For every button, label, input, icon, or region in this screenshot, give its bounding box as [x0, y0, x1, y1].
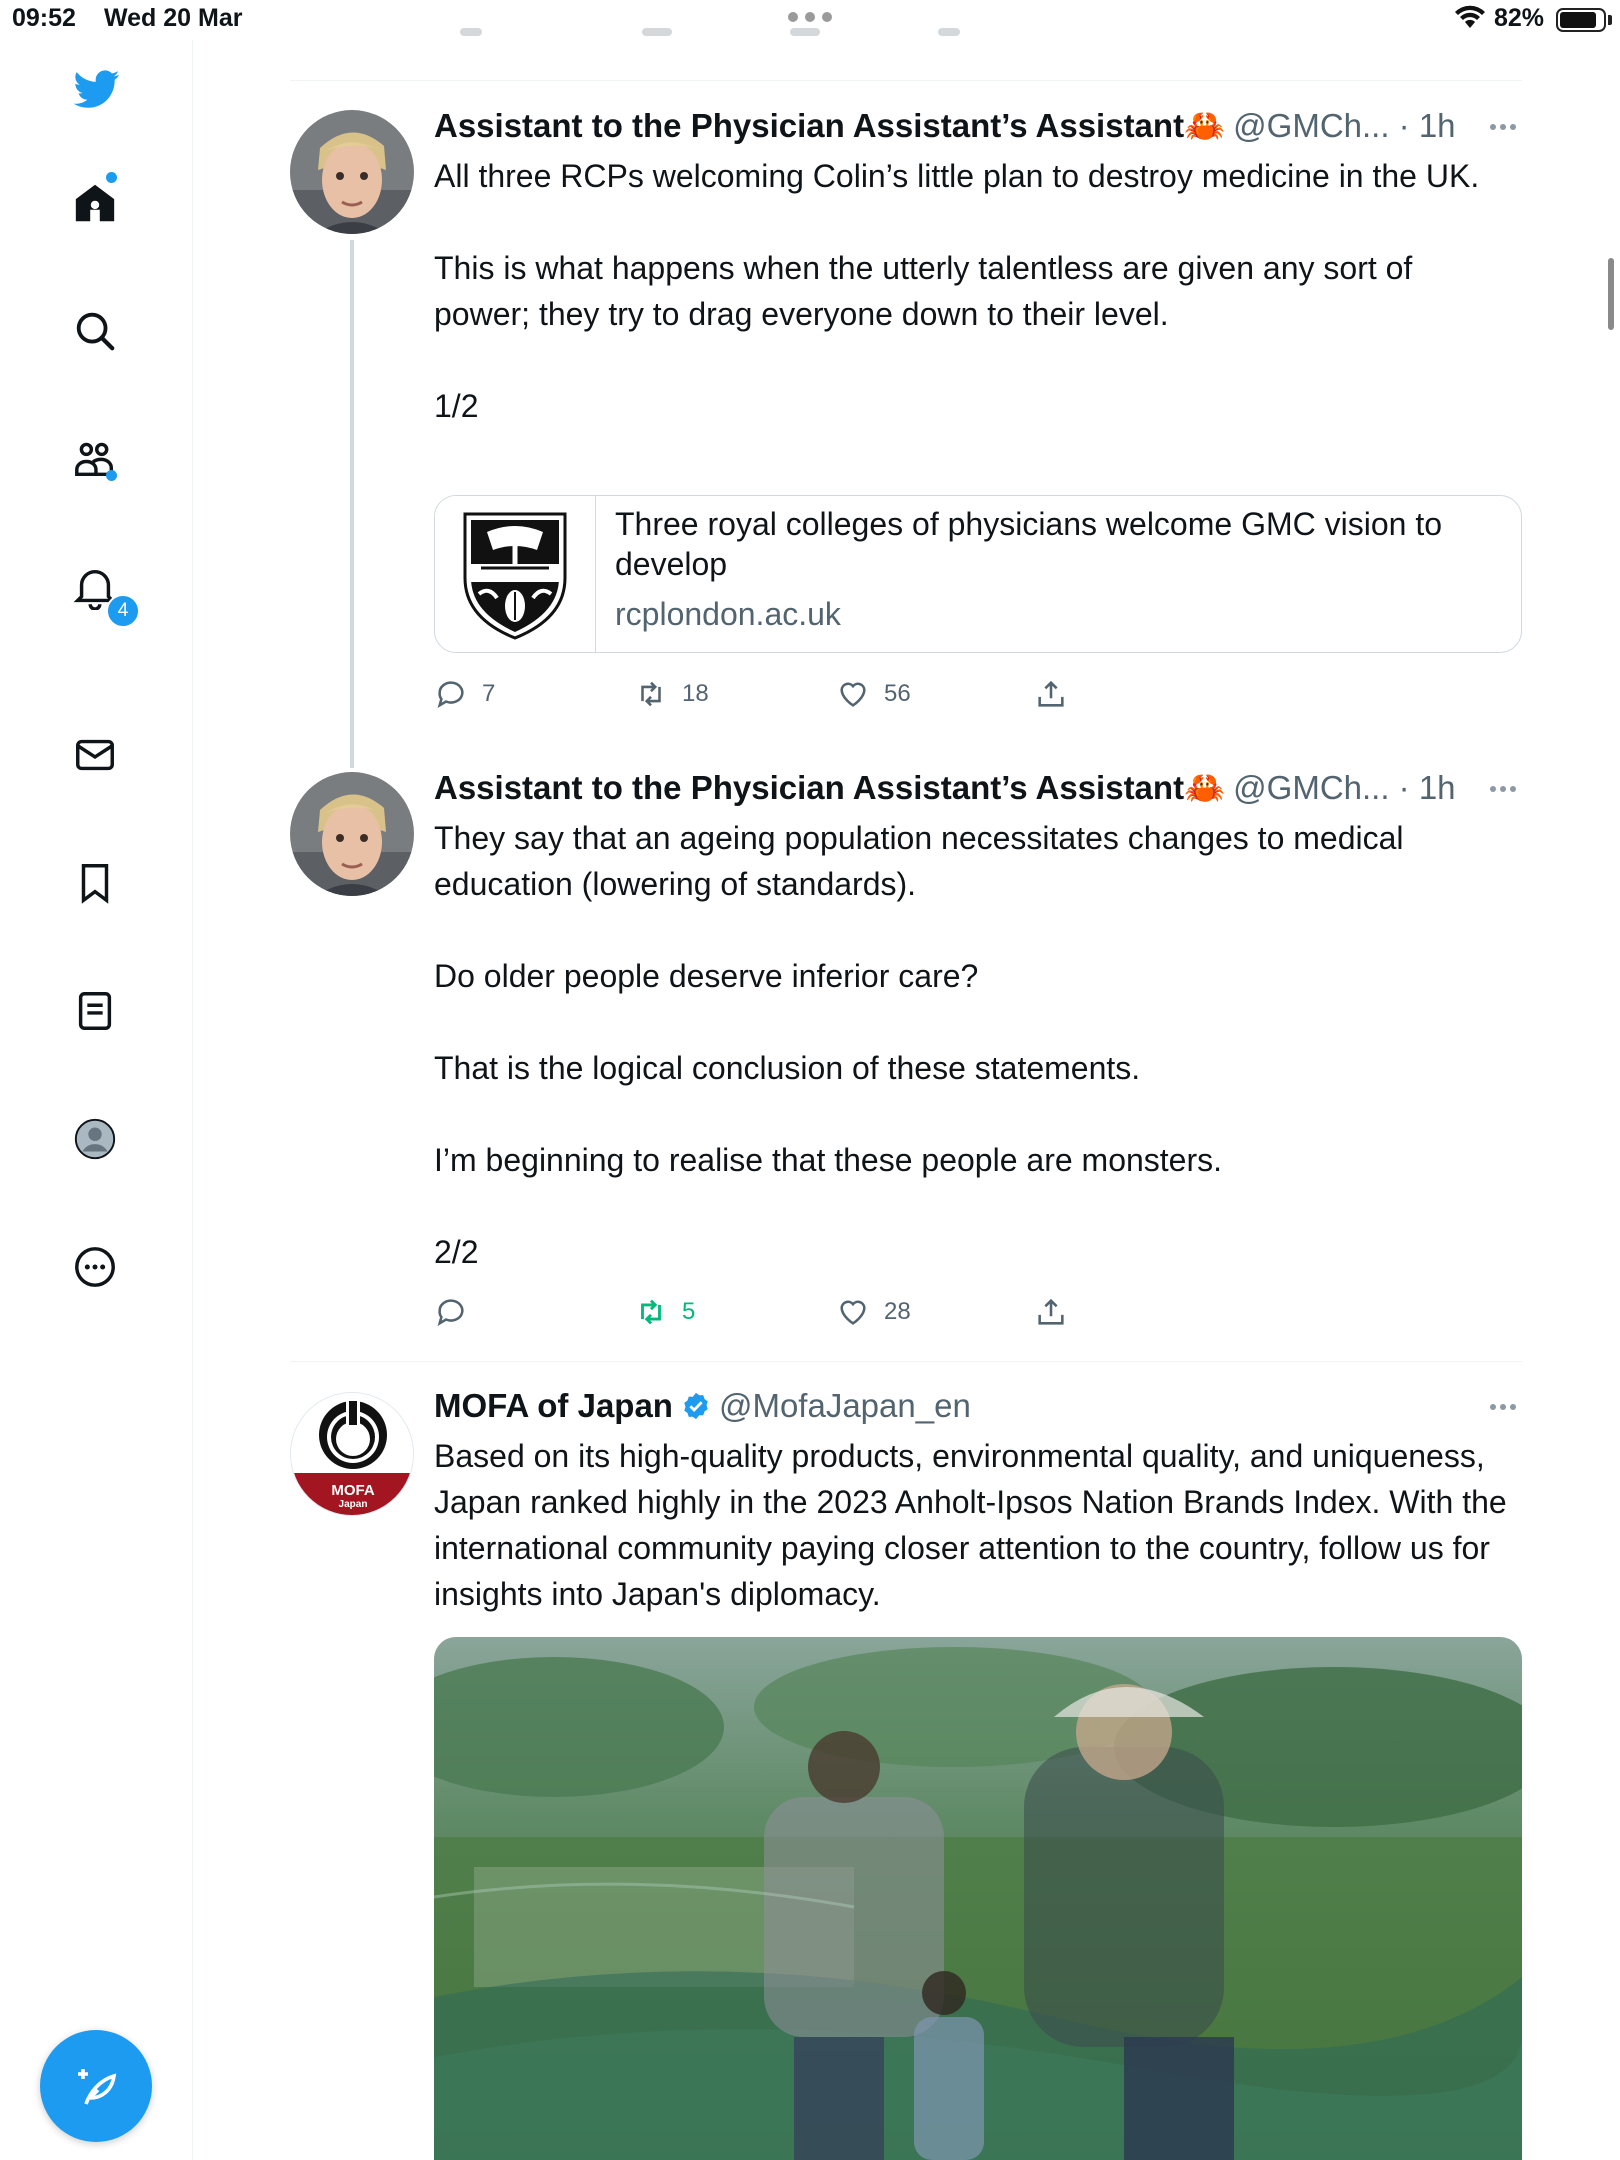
like-button[interactable]: 28: [836, 1292, 911, 1332]
avatar[interactable]: [290, 110, 414, 234]
share-icon: [1038, 1298, 1064, 1325]
home-icon[interactable]: [66, 174, 124, 232]
divider: [290, 80, 1522, 81]
retweet-count: 5: [682, 1298, 696, 1325]
thread-connector: [350, 240, 354, 768]
author-name[interactable]: Assistant to the Physician Assistant’s A…: [434, 769, 1184, 807]
crab-emoji: 🦀: [1184, 106, 1226, 144]
retweet-icon: [641, 1299, 661, 1325]
more-circle-icon[interactable]: [66, 1238, 124, 1296]
tweet-text: Based on its high-quality products, envi…: [434, 1438, 1507, 1612]
home-unread-dot: [106, 172, 117, 183]
previous-tweet-actions: [460, 20, 1360, 40]
bookmark-icon[interactable]: [66, 854, 124, 912]
profile-icon[interactable]: [66, 1110, 124, 1168]
author-handle[interactable]: @MofaJapan_en: [719, 1387, 971, 1425]
mofa-avatar-line1: MOFA: [331, 1482, 374, 1499]
author-name[interactable]: Assistant to the Physician Assistant’s A…: [434, 107, 1184, 145]
like-count: 56: [884, 680, 911, 707]
tweet-actions: 5 28: [434, 1292, 1134, 1332]
author-handle-time[interactable]: @GMCh... · 1h: [1233, 107, 1455, 145]
card-domain: rcplondon.ac.uk: [615, 596, 841, 632]
retweet-icon: [641, 681, 661, 707]
tweet-actions: 7 18 56: [434, 674, 1134, 714]
list-icon[interactable]: [66, 982, 124, 1040]
reply-icon: [437, 681, 464, 709]
card-title: Three royal colleges of physicians welco…: [615, 506, 1442, 582]
status-date: Wed 20 Mar: [104, 4, 243, 32]
status-time: 09:52: [12, 4, 76, 32]
more-options-icon[interactable]: [1490, 786, 1516, 792]
share-button[interactable]: [1034, 674, 1068, 714]
crab-emoji: 🦀: [1184, 768, 1226, 806]
reply-count: 7: [482, 680, 496, 707]
tweet-text: All three RCPs welcoming Colin’s little …: [434, 158, 1480, 424]
heart-icon: [840, 1300, 866, 1325]
mofa-avatar-line2: Japan: [339, 1499, 368, 1510]
share-button[interactable]: [1034, 1292, 1068, 1332]
battery-icon: [1556, 8, 1606, 32]
notifications-badge: 4: [106, 594, 140, 628]
like-count: 28: [884, 1298, 911, 1325]
more-options-icon[interactable]: [1490, 124, 1516, 130]
timeline: Assistant to the Physician Assistant’s A…: [290, 0, 1614, 2160]
share-icon: [1038, 680, 1064, 707]
sidebar: 4: [0, 40, 193, 2160]
heart-icon: [840, 682, 866, 707]
reply-button[interactable]: 7: [434, 674, 495, 714]
retweet-button[interactable]: 5: [634, 1292, 695, 1332]
reply-button[interactable]: [434, 1292, 482, 1332]
communities-unread-dot: [106, 470, 117, 481]
divider: [290, 1361, 1522, 1362]
twitter-logo-icon[interactable]: [68, 60, 126, 118]
compose-feather-icon: [78, 2069, 117, 2105]
mofa-logo-avatar[interactable]: MOFA Japan: [290, 1392, 414, 1516]
author-name[interactable]: MOFA of Japan: [434, 1387, 673, 1425]
tweet-photo[interactable]: [434, 1637, 1522, 2160]
compose-tweet-button[interactable]: [40, 2030, 152, 2142]
retweet-count: 18: [682, 680, 709, 707]
retweet-button[interactable]: 18: [634, 674, 709, 714]
like-button[interactable]: 56: [836, 674, 911, 714]
search-icon[interactable]: [66, 302, 124, 360]
mail-icon[interactable]: [66, 726, 124, 784]
link-card[interactable]: Three royal colleges of physicians welco…: [434, 495, 1522, 653]
avatar[interactable]: [290, 772, 414, 896]
reply-icon: [437, 1299, 464, 1327]
scrollbar[interactable]: [1608, 258, 1614, 330]
tweet-text: They say that an ageing population neces…: [434, 820, 1404, 1270]
verified-badge-icon: [681, 1391, 711, 1421]
rcp-crest-icon: [435, 496, 596, 652]
more-options-icon[interactable]: [1490, 1404, 1516, 1410]
author-handle-time[interactable]: @GMCh... · 1h: [1233, 769, 1455, 807]
